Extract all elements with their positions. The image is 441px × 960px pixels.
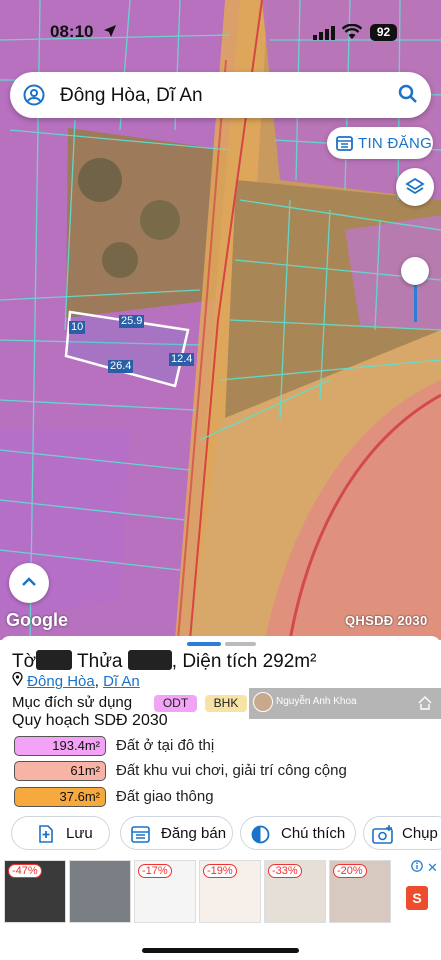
layers-button[interactable] — [396, 168, 434, 206]
action-bar: Lưu Đăng bán Chú thích Chụp — [0, 816, 441, 854]
expand-up-button[interactable] — [9, 563, 49, 603]
promo-name: Nguyễn Anh Khoa — [276, 696, 357, 707]
ad-discount: -17% — [138, 864, 172, 878]
ad-item[interactable]: -47% — [4, 860, 66, 923]
plan-title: Quy hoạch SDĐ 2030 — [12, 712, 168, 729]
promo-overlay[interactable]: Nguyễn Anh Khoa — [249, 688, 441, 719]
google-logo: Google — [6, 610, 68, 630]
dang-ban-label: Đăng bán — [161, 825, 227, 842]
search-bar[interactable]: Đông Hòa, Dĩ An — [10, 72, 431, 118]
legend-contrast-icon — [251, 825, 270, 844]
ad-info-icon[interactable] — [411, 860, 423, 872]
legend-label: Đất khu vui chơi, giải trí công cộng — [116, 762, 347, 779]
wifi-icon — [342, 24, 362, 39]
legend-value: 37.6m² — [14, 787, 106, 807]
land-use-tag: ODT — [154, 695, 197, 712]
ad-strip: -47% -17% -19% -33% -20% — [0, 860, 441, 924]
title-area: , Diện tích 292m² — [171, 651, 317, 672]
dimension-label: 10 — [69, 321, 86, 334]
redacted-block — [36, 650, 73, 670]
cellular-signal-icon — [313, 26, 335, 40]
sell-calendar-icon — [131, 826, 150, 843]
capture-label: Chụp — [402, 825, 438, 842]
location-arrow-icon — [104, 25, 116, 37]
tin-dang-label: TIN ĐĂNG — [358, 135, 433, 152]
dimension-label: 25.9 — [119, 315, 145, 328]
legend-value: 61m² — [14, 761, 106, 781]
search-query-text[interactable]: Đông Hòa, Dĩ An — [60, 85, 203, 107]
capture-button[interactable]: Chụp — [363, 816, 441, 850]
ad-item[interactable]: -19% — [199, 860, 261, 923]
ad-discount: -47% — [8, 864, 42, 878]
legend-label: Đất giao thông — [116, 788, 214, 805]
ad-item[interactable] — [69, 860, 131, 923]
dang-ban-button[interactable]: Đăng bán — [120, 816, 233, 850]
layers-icon — [405, 177, 425, 195]
avatar — [253, 692, 273, 712]
ad-discount: -20% — [333, 864, 367, 878]
opacity-slider-handle[interactable] — [401, 257, 429, 285]
save-label: Lưu — [66, 825, 93, 842]
chevron-up-icon — [22, 577, 36, 586]
address-line: Đông Hòa, Dĩ An — [12, 671, 140, 690]
search-icon[interactable] — [398, 84, 418, 104]
ad-item[interactable]: -20% — [329, 860, 391, 923]
save-plus-icon — [39, 825, 53, 843]
dimension-label: 12.4 — [169, 353, 195, 366]
dimension-label: 26.4 — [108, 360, 134, 373]
ad-discount: -33% — [268, 864, 302, 878]
location-pin-icon — [12, 671, 23, 687]
camera-plus-icon — [372, 825, 393, 844]
status-time: 08:10 — [50, 22, 94, 41]
land-use-label: Mục đích sử dụng — [12, 694, 133, 711]
ad-item[interactable]: -17% — [134, 860, 196, 923]
home-indicator[interactable] — [142, 948, 299, 953]
status-bar: 08:10 92 — [0, 0, 441, 60]
sheet-handle[interactable] — [187, 642, 221, 646]
title-prefix: Tờ — [12, 651, 37, 672]
expand-icon[interactable] — [417, 696, 433, 710]
sheet-handle-secondary[interactable] — [225, 642, 256, 646]
ad-close-icon[interactable]: ✕ — [427, 860, 438, 876]
legend-value: 193.4m² — [14, 736, 106, 756]
user-profile-icon[interactable] — [23, 84, 45, 106]
title-mid: Thửa — [77, 651, 123, 672]
parcel-info-sheet: Tờ Thửa , Diện tích 292m² Đông Hòa, Dĩ A… — [0, 636, 441, 960]
tin-dang-button[interactable]: TIN ĐĂNG — [327, 127, 433, 159]
ad-discount: -19% — [203, 864, 237, 878]
district-link[interactable]: Dĩ An — [103, 673, 140, 690]
ad-item[interactable]: -33% — [264, 860, 326, 923]
map-view[interactable]: 25.9 10 12.4 26.4 08:10 92 Đông Hòa, Dĩ … — [0, 0, 441, 640]
chu-thich-label: Chú thích — [281, 825, 346, 842]
parcel-title: Tờ Thửa , Diện tích 292m² — [12, 650, 316, 673]
chu-thich-button[interactable]: Chú thích — [240, 816, 356, 850]
calendar-icon — [336, 136, 353, 151]
map-layer-name: QHSDĐ 2030 — [345, 613, 428, 628]
land-use-tag: BHK — [205, 695, 247, 712]
shopee-logo: S — [406, 886, 428, 910]
battery-indicator: 92 — [370, 24, 397, 41]
ward-link[interactable]: Đông Hòa — [27, 673, 95, 690]
redacted-block — [127, 650, 172, 670]
save-button[interactable]: Lưu — [11, 816, 110, 850]
legend-label: Đất ở tại đô thị — [116, 737, 215, 754]
